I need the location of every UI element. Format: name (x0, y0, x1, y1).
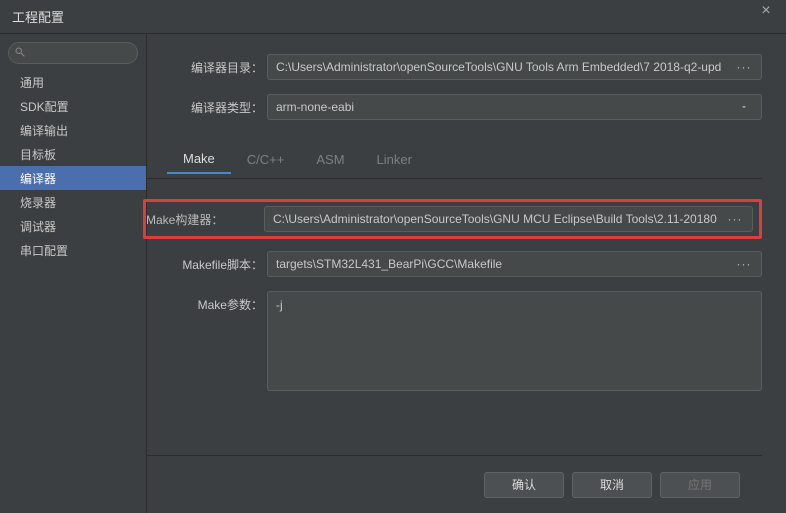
make-args-input[interactable] (267, 291, 762, 391)
sidebar-item-label: 调试器 (20, 218, 56, 235)
sidebar-item-target-board[interactable]: 目标板 (0, 142, 146, 166)
window-title: 工程配置 (12, 7, 64, 26)
make-args-label: Make参数： (147, 291, 267, 313)
sidebar-item-debugger[interactable]: 调试器 (0, 214, 146, 238)
compiler-dir-label: 编译器目录： (147, 59, 267, 76)
title-bar: 工程配置 × (0, 0, 786, 34)
close-icon[interactable]: × (756, 2, 776, 20)
row-makefile-script: Makefile脚本： targets\STM32L431_BearPi\GCC… (147, 251, 762, 277)
sidebar-item-label: 目标板 (20, 146, 56, 163)
makefile-script-label: Makefile脚本： (147, 256, 267, 273)
browse-icon[interactable]: ··· (735, 257, 753, 271)
search-wrap (8, 42, 138, 64)
tab-c-cpp[interactable]: C/C++ (231, 144, 301, 174)
sidebar-item-serial[interactable]: 串口配置 (0, 238, 146, 262)
sidebar-item-label: 串口配置 (20, 242, 68, 259)
make-builder-label: Make构建器： (146, 211, 264, 228)
makefile-script-value: targets\STM32L431_BearPi\GCC\Makefile (276, 257, 735, 271)
search-icon (14, 46, 26, 58)
makefile-script-field[interactable]: targets\STM32L431_BearPi\GCC\Makefile ··… (267, 251, 762, 277)
sidebar-item-flasher[interactable]: 烧录器 (0, 190, 146, 214)
dialog-footer: 确认 取消 应用 (147, 455, 762, 513)
sidebar-item-compiler[interactable]: 编译器 (0, 166, 146, 190)
browse-icon[interactable]: ··· (726, 212, 744, 226)
row-compiler-type: 编译器类型： arm-none-eabi (147, 94, 762, 120)
chevron-down-icon[interactable] (735, 102, 753, 112)
sidebar-item-sdk[interactable]: SDK配置 (0, 94, 146, 118)
compiler-dir-value: C:\Users\Administrator\openSourceTools\G… (276, 60, 735, 74)
ok-button[interactable]: 确认 (484, 472, 564, 498)
compiler-type-value: arm-none-eabi (276, 100, 735, 114)
tab-asm[interactable]: ASM (300, 144, 360, 174)
sidebar-item-build-output[interactable]: 编译输出 (0, 118, 146, 142)
tab-make[interactable]: Make (167, 144, 231, 174)
main-panel: 编译器目录： C:\Users\Administrator\openSource… (147, 34, 786, 513)
sidebar-item-label: 通用 (20, 74, 44, 91)
sidebar-nav: 通用 SDK配置 编译输出 目标板 编译器 烧录器 调试器 串口配置 (0, 70, 146, 262)
tab-linker[interactable]: Linker (361, 144, 428, 174)
compiler-type-select[interactable]: arm-none-eabi (267, 94, 762, 120)
highlight-box: Make构建器： C:\Users\Administrator\openSour… (143, 199, 762, 239)
compiler-dir-field[interactable]: C:\Users\Administrator\openSourceTools\G… (267, 54, 762, 80)
sidebar-item-label: 烧录器 (20, 194, 56, 211)
apply-button[interactable]: 应用 (660, 472, 740, 498)
sidebar-item-label: SDK配置 (20, 98, 69, 115)
search-input[interactable] (8, 42, 138, 64)
row-make-args: Make参数： (147, 291, 762, 391)
tab-divider (147, 178, 762, 179)
sidebar: 通用 SDK配置 编译输出 目标板 编译器 烧录器 调试器 串口配置 (0, 34, 147, 513)
compiler-tabs: Make C/C++ ASM Linker (167, 144, 762, 174)
sidebar-item-label: 编译器 (20, 170, 56, 187)
make-builder-value: C:\Users\Administrator\openSourceTools\G… (273, 212, 726, 226)
dialog-body: 通用 SDK配置 编译输出 目标板 编译器 烧录器 调试器 串口配置 编译器目录… (0, 34, 786, 513)
sidebar-item-label: 编译输出 (20, 122, 68, 139)
sidebar-item-general[interactable]: 通用 (0, 70, 146, 94)
browse-icon[interactable]: ··· (735, 60, 753, 74)
row-compiler-dir: 编译器目录： C:\Users\Administrator\openSource… (147, 54, 762, 80)
make-builder-field[interactable]: C:\Users\Administrator\openSourceTools\G… (264, 206, 753, 232)
cancel-button[interactable]: 取消 (572, 472, 652, 498)
compiler-type-label: 编译器类型： (147, 99, 267, 116)
